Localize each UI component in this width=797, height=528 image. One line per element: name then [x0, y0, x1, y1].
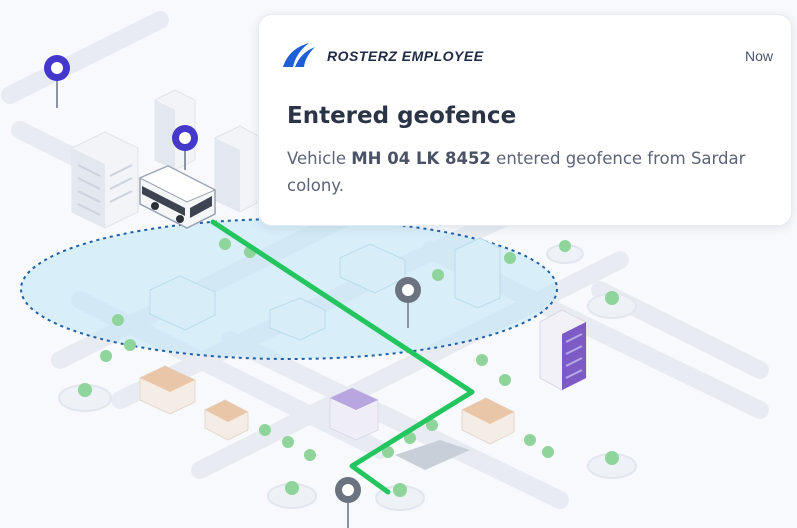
body-prefix: Vehicle: [287, 149, 347, 168]
pin-icon: [335, 477, 361, 528]
building-purple: [539, 309, 587, 391]
rosterz-logo-icon: [283, 43, 315, 67]
building-tower-1: [71, 131, 139, 229]
notification-body: Vehicle MH 04 LK 8452 entered geofence f…: [287, 145, 777, 199]
app-name: ROSTERZ EMPLOYEE: [327, 48, 484, 64]
notification-header: ROSTERZ EMPLOYEE Now: [279, 41, 773, 71]
geofence-notification[interactable]: ROSTERZ EMPLOYEE Now Entered geofence Ve…: [258, 14, 792, 226]
building-tower-3: [214, 125, 263, 213]
vehicle-number: MH 04 LK 8452: [351, 149, 491, 168]
bus-icon: [138, 165, 217, 229]
notification-title: Entered geofence: [287, 103, 517, 129]
notification-time: Now: [744, 48, 773, 64]
